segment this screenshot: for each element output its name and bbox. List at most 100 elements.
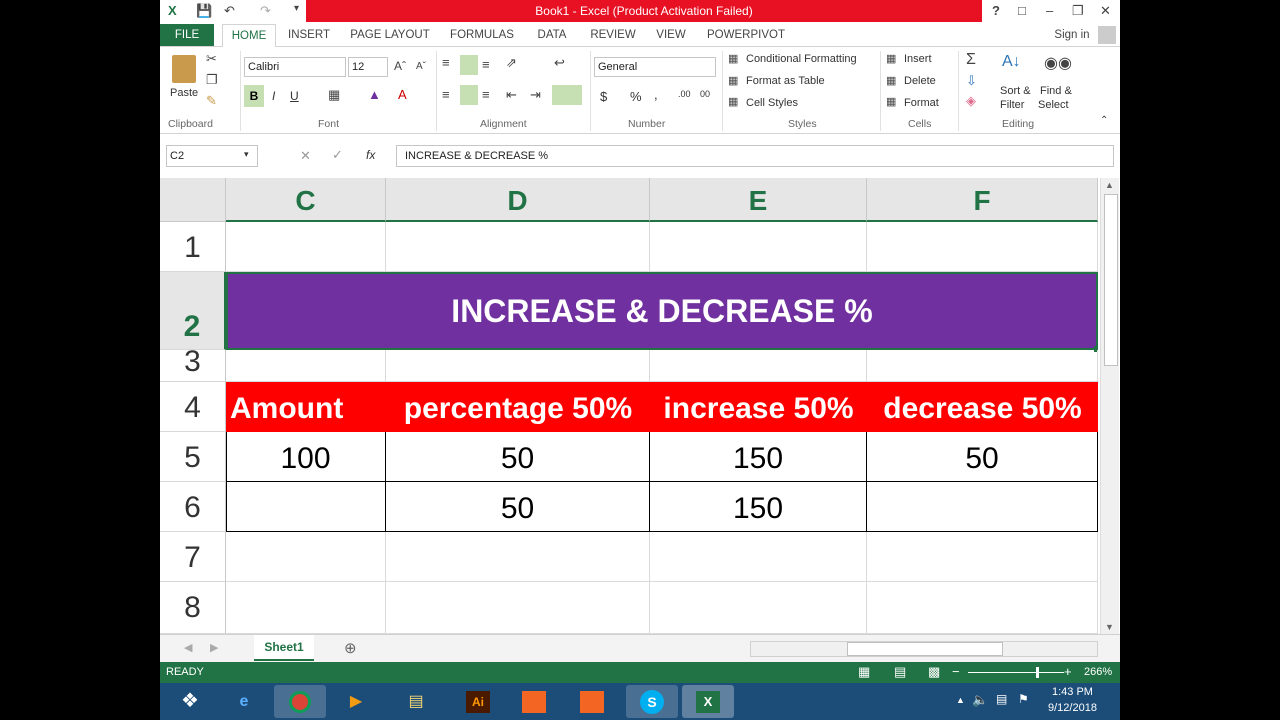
delete-cells-icon[interactable]: ▦ <box>886 74 896 87</box>
cell-d3[interactable] <box>386 350 650 382</box>
cell-styles-button[interactable]: Cell Styles <box>746 97 798 109</box>
tab-powerpivot[interactable]: POWERPIVOT <box>706 24 786 46</box>
cell-d6[interactable]: 50 <box>386 482 650 532</box>
top-align-icon[interactable]: ≡ <box>442 55 450 70</box>
tab-data[interactable]: DATA <box>532 24 572 46</box>
next-sheet-icon[interactable]: ▶ <box>210 641 218 654</box>
sign-in-link[interactable]: Sign in <box>1050 24 1094 46</box>
sort-filter-icon[interactable]: A↓ <box>1002 53 1021 71</box>
cell-d7[interactable] <box>386 532 650 582</box>
cut-icon[interactable]: ✂ <box>206 51 217 67</box>
enter-icon[interactable]: ✓ <box>332 147 343 163</box>
tab-insert[interactable]: INSERT <box>284 24 334 46</box>
cell-e7[interactable] <box>650 532 867 582</box>
cell-c5[interactable]: 100 <box>226 432 386 482</box>
scroll-down-icon[interactable]: ▼ <box>1105 622 1114 632</box>
chrome-icon[interactable] <box>274 685 326 718</box>
format-cells-button[interactable]: Format <box>904 97 939 109</box>
italic-button[interactable]: I <box>272 89 275 103</box>
sheet-tab-sheet1[interactable]: Sheet1 <box>254 635 314 661</box>
horizontal-scroll-thumb[interactable] <box>847 642 1003 656</box>
help-button[interactable]: ? <box>992 3 1000 18</box>
tab-home[interactable]: HOME <box>222 24 276 48</box>
ribbon-display-icon[interactable]: □ <box>1018 3 1026 18</box>
zoom-level[interactable]: 266% <box>1084 666 1112 678</box>
page-break-view-icon[interactable]: ▩ <box>928 664 940 680</box>
bottom-align-icon[interactable]: ≡ <box>482 57 490 72</box>
autosum-icon[interactable]: Σ <box>966 51 976 69</box>
borders-icon[interactable]: ▦ <box>328 87 340 103</box>
cell-f3[interactable] <box>867 350 1098 382</box>
bold-button[interactable]: B <box>244 85 264 107</box>
decrease-decimal-button[interactable]: 00 <box>700 89 710 99</box>
name-box-dropdown-icon[interactable]: ▾ <box>244 149 249 160</box>
paste-button[interactable]: Paste <box>170 87 198 99</box>
row-header-5[interactable]: 5 <box>160 432 226 482</box>
increase-indent-icon[interactable]: ⇥ <box>530 87 541 103</box>
cell-c1[interactable] <box>226 222 386 272</box>
column-header-f[interactable]: F <box>867 178 1098 222</box>
increase-decimal-button[interactable]: .00 <box>678 89 691 99</box>
fill-icon[interactable]: ⇩ <box>966 73 977 89</box>
file-explorer-icon[interactable]: ▤ <box>390 685 442 718</box>
paste-icon[interactable] <box>172 55 196 83</box>
find-select-button[interactable]: Find & <box>1040 85 1072 97</box>
tab-view[interactable]: VIEW <box>654 24 688 46</box>
tab-file[interactable]: FILE <box>160 24 214 46</box>
cell-c3[interactable] <box>226 350 386 382</box>
vertical-scrollbar[interactable]: ▲ ▼ <box>1100 178 1119 636</box>
clear-icon[interactable]: ◈ <box>966 93 976 109</box>
undo-icon[interactable]: ↶ <box>224 3 235 19</box>
decrease-indent-icon[interactable]: ⇤ <box>506 87 517 103</box>
cell-c6[interactable] <box>226 482 386 532</box>
collapse-ribbon-icon[interactable]: ⌃ <box>1100 115 1108 126</box>
cancel-icon[interactable]: ✕ <box>300 148 311 164</box>
close-button[interactable]: ✕ <box>1100 3 1111 19</box>
binoculars-icon[interactable]: ◉◉ <box>1044 53 1072 73</box>
row-header-3[interactable]: 3 <box>160 347 226 382</box>
grow-font-icon[interactable]: Aˆ <box>394 59 406 73</box>
format-as-table-icon[interactable]: ▦ <box>728 74 738 87</box>
minimize-button[interactable]: – <box>1046 3 1053 18</box>
row-header-4[interactable]: 4 <box>160 382 226 432</box>
new-sheet-icon[interactable]: ⊕ <box>344 639 357 657</box>
scroll-up-icon[interactable]: ▲ <box>1105 180 1114 190</box>
cell-c8[interactable] <box>226 582 386 634</box>
format-as-table-button[interactable]: Format as Table <box>746 75 825 87</box>
tab-review[interactable]: REVIEW <box>588 24 638 46</box>
align-center-icon[interactable] <box>460 85 478 105</box>
delete-cells-button[interactable]: Delete <box>904 75 936 87</box>
cell-f4[interactable]: decrease 50% <box>867 382 1098 432</box>
sort-filter-button-line2[interactable]: Filter <box>1000 99 1024 111</box>
cell-d8[interactable] <box>386 582 650 634</box>
cell-d4[interactable]: percentage 50% <box>386 382 650 432</box>
percent-button[interactable]: % <box>630 89 642 104</box>
zoom-out-icon[interactable]: − <box>952 664 960 679</box>
cell-e3[interactable] <box>650 350 867 382</box>
copy-icon[interactable]: ❐ <box>206 72 218 88</box>
cell-styles-icon[interactable]: ▦ <box>728 95 738 108</box>
horizontal-scrollbar[interactable] <box>750 641 1098 657</box>
underline-button[interactable]: U <box>290 89 299 103</box>
find-select-button-line2[interactable]: Select <box>1038 99 1069 111</box>
column-header-e[interactable]: E <box>650 178 867 222</box>
prev-sheet-icon[interactable]: ◀ <box>184 641 192 654</box>
title-cell-c2-merged[interactable]: INCREASE & DECREASE % <box>226 272 1098 350</box>
volume-icon[interactable]: 🔈 <box>972 692 988 708</box>
conditional-formatting-icon[interactable]: ▦ <box>728 52 738 65</box>
font-color-icon[interactable]: A <box>398 87 407 102</box>
redo-icon[interactable]: ↷ <box>260 3 271 19</box>
normal-view-icon[interactable]: ▦ <box>858 664 870 680</box>
user-avatar-icon[interactable] <box>1098 26 1116 44</box>
customize-toolbar-icon[interactable]: ▾ <box>294 3 299 14</box>
cell-e4[interactable]: increase 50% <box>650 382 867 432</box>
action-center-icon[interactable]: ⚑ <box>1018 692 1029 706</box>
tab-page-layout[interactable]: PAGE LAYOUT <box>348 24 432 46</box>
start-button-icon[interactable]: ❖ <box>164 685 216 718</box>
wrap-text-icon[interactable]: ↩ <box>554 55 565 71</box>
column-header-c[interactable]: C <box>226 178 386 222</box>
cell-c4[interactable]: Amount <box>230 382 386 432</box>
page-layout-view-icon[interactable]: ▤ <box>894 664 906 680</box>
column-header-d[interactable]: D <box>386 178 650 222</box>
clock-date[interactable]: 9/12/2018 <box>1048 702 1097 714</box>
